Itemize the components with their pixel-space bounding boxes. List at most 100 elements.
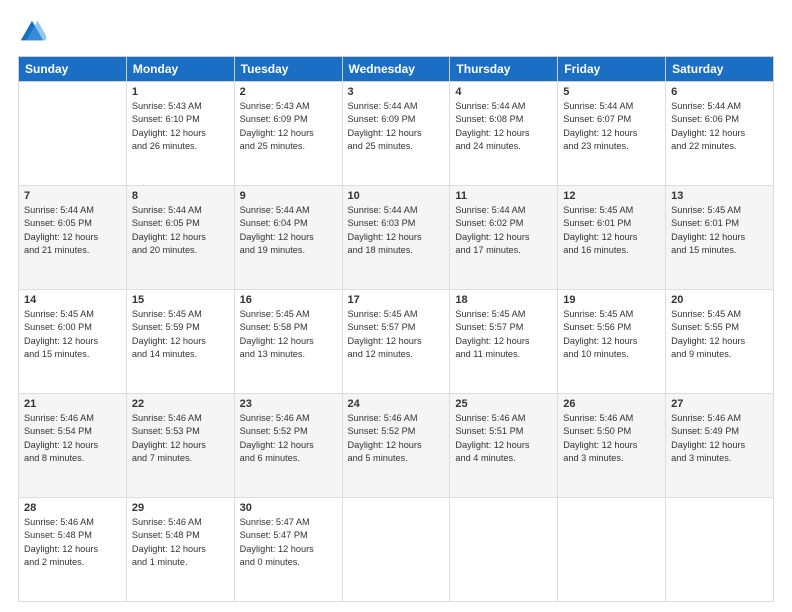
day-info: Sunrise: 5:44 AM Sunset: 6:05 PM Dayligh… (24, 204, 121, 257)
day-info: Sunrise: 5:43 AM Sunset: 6:09 PM Dayligh… (240, 100, 337, 153)
calendar-cell: 28 Sunrise: 5:46 AM Sunset: 5:48 PM Dayli… (19, 498, 127, 602)
calendar-cell: 24 Sunrise: 5:46 AM Sunset: 5:52 PM Dayli… (342, 394, 450, 498)
calendar-cell: 17Sunrise: 5:45 AM Sunset: 5:57 PM Dayli… (342, 290, 450, 394)
weekday-header-thursday: Thursday (450, 57, 558, 82)
day-info: Sunrise: 5:47 AM Sunset: 5:47 PM Dayligh… (240, 516, 337, 569)
weekday-header-monday: Monday (126, 57, 234, 82)
day-number: 29 (132, 502, 229, 514)
day-info: Sunrise: 5:45 AM Sunset: 6:01 PM Dayligh… (671, 204, 768, 257)
calendar-cell (558, 498, 666, 602)
day-number: 27 (671, 398, 768, 410)
day-number: 15 (132, 294, 229, 306)
day-info: Sunrise: 5:45 AM Sunset: 6:00 PM Dayligh… (24, 308, 121, 361)
calendar-cell: 29 Sunrise: 5:46 AM Sunset: 5:48 PM Dayli… (126, 498, 234, 602)
calendar-cell (450, 498, 558, 602)
day-info: Sunrise: 5:46 AM Sunset: 5:52 PM Dayligh… (240, 412, 337, 465)
day-number: 8 (132, 190, 229, 202)
weekday-header-friday: Friday (558, 57, 666, 82)
day-info: Sunrise: 5:45 AM Sunset: 5:55 PM Dayligh… (671, 308, 768, 361)
calendar-cell: 11 Sunrise: 5:44 AM Sunset: 6:02 PM Dayli… (450, 186, 558, 290)
day-number: 23 (240, 398, 337, 410)
calendar-cell: 8 Sunrise: 5:44 AM Sunset: 6:05 PM Daylig… (126, 186, 234, 290)
calendar-week-4: 21 Sunrise: 5:46 AM Sunset: 5:54 PM Dayli… (19, 394, 774, 498)
calendar-cell: 30 Sunrise: 5:47 AM Sunset: 5:47 PM Dayli… (234, 498, 342, 602)
day-info: Sunrise: 5:46 AM Sunset: 5:49 PM Dayligh… (671, 412, 768, 465)
day-number: 5 (563, 86, 660, 98)
calendar-cell: 18Sunrise: 5:45 AM Sunset: 5:57 PM Dayli… (450, 290, 558, 394)
day-info: Sunrise: 5:45 AM Sunset: 5:56 PM Dayligh… (563, 308, 660, 361)
calendar-cell: 19Sunrise: 5:45 AM Sunset: 5:56 PM Dayli… (558, 290, 666, 394)
day-info: Sunrise: 5:44 AM Sunset: 6:03 PM Dayligh… (348, 204, 445, 257)
page: SundayMondayTuesdayWednesdayThursdayFrid… (0, 0, 792, 612)
calendar-week-1: 1 Sunrise: 5:43 AM Sunset: 6:10 PM Daylig… (19, 82, 774, 186)
day-number: 9 (240, 190, 337, 202)
calendar-cell: 1 Sunrise: 5:43 AM Sunset: 6:10 PM Daylig… (126, 82, 234, 186)
day-number: 2 (240, 86, 337, 98)
calendar-cell (19, 82, 127, 186)
calendar-week-3: 14Sunrise: 5:45 AM Sunset: 6:00 PM Dayli… (19, 290, 774, 394)
day-info: Sunrise: 5:44 AM Sunset: 6:07 PM Dayligh… (563, 100, 660, 153)
day-info: Sunrise: 5:46 AM Sunset: 5:54 PM Dayligh… (24, 412, 121, 465)
day-info: Sunrise: 5:46 AM Sunset: 5:48 PM Dayligh… (132, 516, 229, 569)
day-info: Sunrise: 5:44 AM Sunset: 6:06 PM Dayligh… (671, 100, 768, 153)
calendar-cell: 27 Sunrise: 5:46 AM Sunset: 5:49 PM Dayli… (666, 394, 774, 498)
calendar-cell (666, 498, 774, 602)
calendar-table: SundayMondayTuesdayWednesdayThursdayFrid… (18, 56, 774, 602)
day-number: 24 (348, 398, 445, 410)
calendar-header-row: SundayMondayTuesdayWednesdayThursdayFrid… (19, 57, 774, 82)
day-number: 10 (348, 190, 445, 202)
calendar-week-2: 7 Sunrise: 5:44 AM Sunset: 6:05 PM Daylig… (19, 186, 774, 290)
day-number: 18 (455, 294, 552, 306)
day-info: Sunrise: 5:45 AM Sunset: 5:57 PM Dayligh… (348, 308, 445, 361)
day-number: 3 (348, 86, 445, 98)
day-info: Sunrise: 5:46 AM Sunset: 5:48 PM Dayligh… (24, 516, 121, 569)
day-info: Sunrise: 5:46 AM Sunset: 5:51 PM Dayligh… (455, 412, 552, 465)
day-number: 26 (563, 398, 660, 410)
day-info: Sunrise: 5:45 AM Sunset: 6:01 PM Dayligh… (563, 204, 660, 257)
day-number: 30 (240, 502, 337, 514)
day-number: 1 (132, 86, 229, 98)
logo (18, 18, 50, 46)
calendar-cell: 7 Sunrise: 5:44 AM Sunset: 6:05 PM Daylig… (19, 186, 127, 290)
calendar-cell: 10 Sunrise: 5:44 AM Sunset: 6:03 PM Dayli… (342, 186, 450, 290)
day-number: 21 (24, 398, 121, 410)
day-info: Sunrise: 5:46 AM Sunset: 5:52 PM Dayligh… (348, 412, 445, 465)
day-info: Sunrise: 5:46 AM Sunset: 5:50 PM Dayligh… (563, 412, 660, 465)
calendar-cell: 23 Sunrise: 5:46 AM Sunset: 5:52 PM Dayli… (234, 394, 342, 498)
day-info: Sunrise: 5:44 AM Sunset: 6:05 PM Dayligh… (132, 204, 229, 257)
day-number: 11 (455, 190, 552, 202)
calendar-cell: 5 Sunrise: 5:44 AM Sunset: 6:07 PM Daylig… (558, 82, 666, 186)
calendar-cell: 12 Sunrise: 5:45 AM Sunset: 6:01 PM Dayli… (558, 186, 666, 290)
calendar-cell: 16Sunrise: 5:45 AM Sunset: 5:58 PM Dayli… (234, 290, 342, 394)
day-number: 22 (132, 398, 229, 410)
day-info: Sunrise: 5:44 AM Sunset: 6:04 PM Dayligh… (240, 204, 337, 257)
weekday-header-tuesday: Tuesday (234, 57, 342, 82)
day-number: 13 (671, 190, 768, 202)
day-info: Sunrise: 5:45 AM Sunset: 5:59 PM Dayligh… (132, 308, 229, 361)
day-info: Sunrise: 5:44 AM Sunset: 6:02 PM Dayligh… (455, 204, 552, 257)
day-number: 28 (24, 502, 121, 514)
day-info: Sunrise: 5:45 AM Sunset: 5:58 PM Dayligh… (240, 308, 337, 361)
calendar-cell: 2 Sunrise: 5:43 AM Sunset: 6:09 PM Daylig… (234, 82, 342, 186)
weekday-header-sunday: Sunday (19, 57, 127, 82)
calendar-cell: 15 Sunrise: 5:45 AM Sunset: 5:59 PM Dayli… (126, 290, 234, 394)
day-number: 25 (455, 398, 552, 410)
logo-icon (18, 18, 46, 46)
day-info: Sunrise: 5:43 AM Sunset: 6:10 PM Dayligh… (132, 100, 229, 153)
calendar-week-5: 28 Sunrise: 5:46 AM Sunset: 5:48 PM Dayli… (19, 498, 774, 602)
weekday-header-saturday: Saturday (666, 57, 774, 82)
calendar-cell (342, 498, 450, 602)
calendar-cell: 13 Sunrise: 5:45 AM Sunset: 6:01 PM Dayli… (666, 186, 774, 290)
calendar-cell: 4Sunrise: 5:44 AM Sunset: 6:08 PM Daylig… (450, 82, 558, 186)
calendar-cell: 25 Sunrise: 5:46 AM Sunset: 5:51 PM Dayli… (450, 394, 558, 498)
weekday-header-wednesday: Wednesday (342, 57, 450, 82)
day-number: 7 (24, 190, 121, 202)
day-number: 4 (455, 86, 552, 98)
calendar-cell: 22Sunrise: 5:46 AM Sunset: 5:53 PM Dayli… (126, 394, 234, 498)
day-number: 12 (563, 190, 660, 202)
calendar-cell: 26 Sunrise: 5:46 AM Sunset: 5:50 PM Dayli… (558, 394, 666, 498)
calendar-cell: 20Sunrise: 5:45 AM Sunset: 5:55 PM Dayli… (666, 290, 774, 394)
calendar-cell: 9 Sunrise: 5:44 AM Sunset: 6:04 PM Daylig… (234, 186, 342, 290)
calendar-cell: 6Sunrise: 5:44 AM Sunset: 6:06 PM Daylig… (666, 82, 774, 186)
calendar-cell: 21 Sunrise: 5:46 AM Sunset: 5:54 PM Dayli… (19, 394, 127, 498)
